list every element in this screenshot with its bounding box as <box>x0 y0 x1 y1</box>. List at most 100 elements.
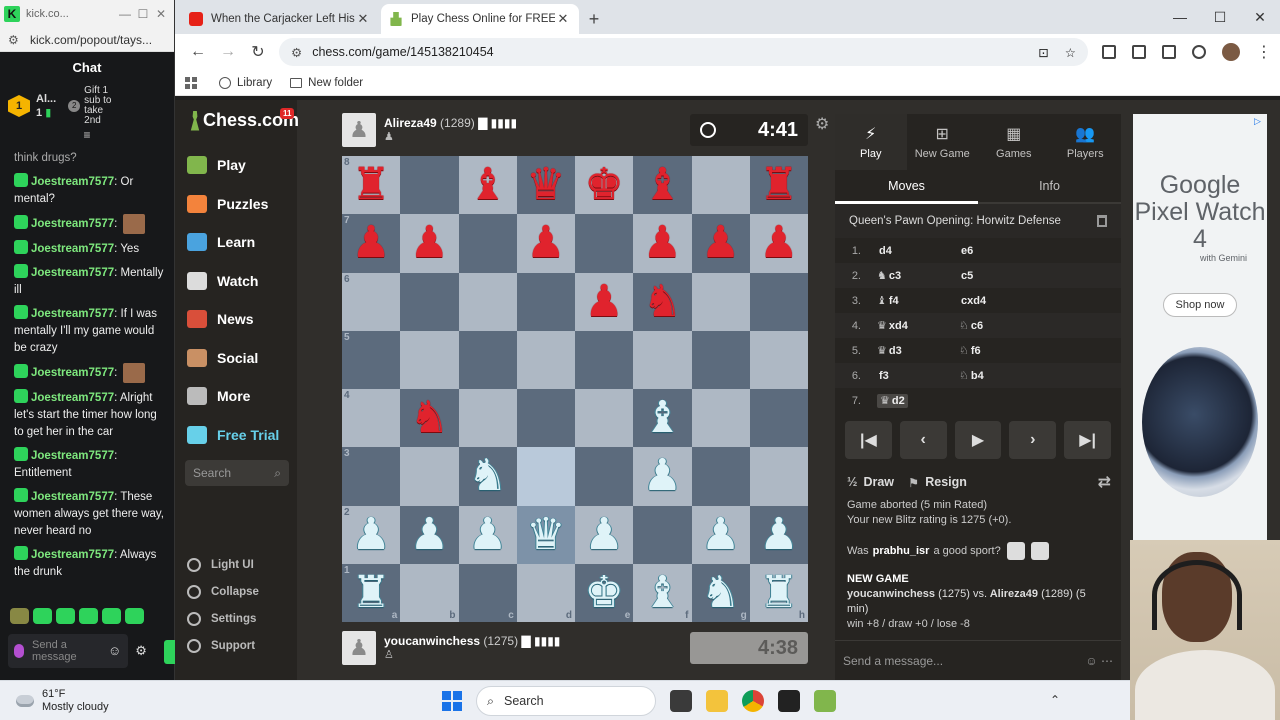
black-pawn-icon[interactable]: ♟ <box>351 221 390 265</box>
maximize-icon[interactable]: ☐ <box>1200 0 1240 34</box>
menu-icon[interactable]: ⋮ <box>1256 42 1272 62</box>
nav-play[interactable]: Play <box>187 156 246 174</box>
move-black[interactable]: e6 <box>957 245 1039 257</box>
square-g5[interactable] <box>691 330 750 389</box>
black-queen-icon[interactable]: ♛ <box>526 163 565 207</box>
square-c8[interactable]: ♝ <box>458 156 517 215</box>
chat-leaderboard[interactable]: 1 Al... 1 ▮ 2 Gift 1 sub to take 2nd <box>0 82 174 130</box>
resign-button[interactable]: ⚑ Resign <box>908 475 967 490</box>
chess-board[interactable]: 8 ♜ ♝ ♛ ♚ ♝ ♜ 7 ♟ ♟ ♟ ♟ ♟ ♟ 6 ♟ ♞ 5 4 ♞ ♝ 3 ♞ ♟ 2 ♟ ♟ ♟ ♛ ♟ ♟ ♟ 1 a ♜ b c d e ♚… <box>342 156 808 622</box>
black-bishop-icon[interactable]: ♝ <box>643 163 682 207</box>
square-e3[interactable] <box>575 447 634 506</box>
nav-social[interactable]: Social <box>187 349 258 367</box>
square-c4[interactable] <box>458 389 517 448</box>
square-a6[interactable]: 6 <box>342 272 401 331</box>
close-icon[interactable]: ✕ <box>1240 0 1280 34</box>
square-b1[interactable]: b <box>400 563 459 622</box>
white-queen-icon[interactable]: ♛ <box>526 512 565 557</box>
move-white[interactable]: ♛ d2 <box>875 394 957 408</box>
minimize-icon[interactable]: — <box>116 7 134 21</box>
white-rook-icon[interactable]: ♜ <box>759 570 798 615</box>
settings-link[interactable]: Settings <box>187 612 256 626</box>
white-king-icon[interactable]: ♚ <box>584 570 623 615</box>
square-g7[interactable]: ♟ <box>691 214 750 273</box>
chat-username[interactable]: Joestream7577 <box>31 218 114 230</box>
square-a2[interactable]: 2 ♟ <box>342 505 401 564</box>
collapse-button[interactable]: Collapse <box>187 585 259 599</box>
file-explorer-icon[interactable] <box>706 690 728 712</box>
black-pawn-icon[interactable]: ♟ <box>410 221 449 265</box>
square-a7[interactable]: 7 ♟ <box>342 214 401 273</box>
square-c7[interactable] <box>458 214 517 273</box>
emote-icon[interactable] <box>10 608 29 624</box>
emote-icon[interactable] <box>125 608 144 624</box>
white-bishop-icon[interactable]: ♝ <box>643 570 682 615</box>
square-d4[interactable] <box>516 389 575 448</box>
black-bishop-icon[interactable]: ♝ <box>468 163 507 207</box>
opponent-avatar[interactable]: ♟ <box>342 113 376 147</box>
chrome-icon[interactable] <box>742 690 764 712</box>
thumbs-down-icon[interactable] <box>1030 542 1049 560</box>
light-ui-toggle[interactable]: Light UI <box>187 558 254 572</box>
chat-username[interactable]: Joestream7577 <box>31 308 114 320</box>
maximize-icon[interactable]: ☐ <box>134 7 152 21</box>
black-pawn-icon[interactable]: ♟ <box>526 221 565 265</box>
board-settings-icon[interactable]: ⚙ <box>815 114 829 134</box>
settings-icon[interactable]: ⚙ <box>135 643 147 659</box>
square-a5[interactable]: 5 <box>342 330 401 389</box>
move-white[interactable]: ♛ d3 <box>875 344 957 357</box>
mic-icon[interactable] <box>14 644 24 658</box>
install-icon[interactable]: ⊡ <box>1038 45 1048 60</box>
square-c6[interactable] <box>458 272 517 331</box>
chat-username[interactable]: Joestream7577 <box>31 491 114 503</box>
bookmark-star-icon[interactable]: ☆ <box>1065 45 1076 60</box>
square-a4[interactable]: 4 <box>342 389 401 448</box>
puzzle-extensions-icon[interactable] <box>1132 45 1146 59</box>
square-f3[interactable]: ♟ <box>633 447 692 506</box>
emote-icon[interactable] <box>79 608 98 624</box>
square-h6[interactable] <box>749 272 808 331</box>
back-icon[interactable]: ← <box>183 43 213 61</box>
square-f8[interactable]: ♝ <box>633 156 692 215</box>
player-name[interactable]: youcanwinchess <box>384 634 480 648</box>
square-b8[interactable] <box>400 156 459 215</box>
square-e8[interactable]: ♚ <box>575 156 634 215</box>
white-bishop-icon[interactable]: ♝ <box>643 396 682 440</box>
move-black[interactable]: c5 <box>957 270 1039 282</box>
white-pawn-icon[interactable]: ♟ <box>759 512 798 557</box>
search-icon[interactable]: ⌕ <box>274 466 281 481</box>
square-e2[interactable]: ♟ <box>575 505 634 564</box>
tray-chevron-icon[interactable]: ⌃ <box>1050 693 1060 707</box>
weather-widget[interactable]: 61°F Mostly cloudy <box>16 688 109 714</box>
chat-username[interactable]: Joestream7577 <box>31 176 114 188</box>
move-black[interactable]: ♘ b4 <box>957 369 1039 382</box>
square-g8[interactable] <box>691 156 750 215</box>
move-white[interactable]: ♝ f4 <box>875 294 957 307</box>
black-rook-icon[interactable]: ♜ <box>759 163 798 207</box>
square-b4[interactable]: ♞ <box>400 389 459 448</box>
trash-icon[interactable] <box>1097 215 1107 227</box>
first-move-button[interactable]: |◀ <box>845 421 892 459</box>
move-white[interactable]: d4 <box>875 245 957 257</box>
chess-logo[interactable]: Chess.com 11 <box>189 108 299 131</box>
square-e4[interactable] <box>575 389 634 448</box>
player-avatar[interactable]: ♟ <box>342 631 376 665</box>
nav-puzzles[interactable]: Puzzles <box>187 195 268 213</box>
nav-news[interactable]: News <box>187 310 254 328</box>
square-h8[interactable]: ♜ <box>749 156 808 215</box>
notification-badge[interactable]: 11 <box>280 108 295 119</box>
square-a8[interactable]: 8 ♜ <box>342 156 401 215</box>
player-link[interactable]: youcanwinchess <box>847 588 935 600</box>
white-rook-icon[interactable]: ♜ <box>351 570 390 615</box>
play-button[interactable]: ▶ <box>954 421 1002 459</box>
draw-button[interactable]: ½ Draw <box>847 475 894 489</box>
square-g1[interactable]: g ♞ <box>691 563 750 622</box>
square-a3[interactable]: 3 <box>342 447 401 506</box>
move-black[interactable]: ♘ f6 <box>957 344 1039 357</box>
close-icon[interactable]: ✕ <box>152 7 170 21</box>
emote-icon[interactable] <box>56 608 75 624</box>
site-info-icon[interactable]: ⚙ <box>291 45 302 60</box>
white-pawn-icon[interactable]: ♟ <box>351 512 390 557</box>
white-knight-icon[interactable]: ♞ <box>468 454 507 498</box>
tab-info[interactable]: Info <box>978 170 1121 202</box>
